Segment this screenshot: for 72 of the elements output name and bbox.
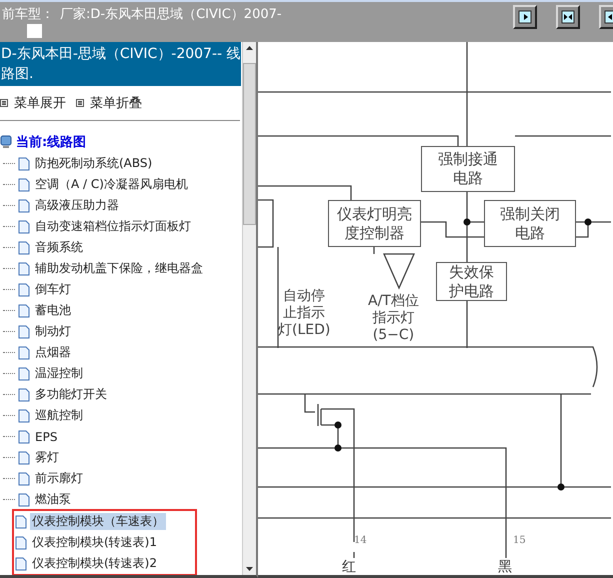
circuit-label: 失效保 (449, 262, 494, 282)
split-view-button[interactable] (556, 5, 580, 29)
document-icon (18, 220, 30, 234)
component-label: A/T档位 (368, 293, 419, 310)
tree-item[interactable]: 音频系统 (33, 239, 85, 256)
vehicle-value: 厂家:D-东风本田思域（CIVIC）2007- (60, 6, 282, 23)
document-icon (18, 304, 30, 318)
tree-item[interactable]: 雾灯 (33, 449, 61, 466)
tree-item[interactable]: 点烟器 (33, 344, 73, 361)
document-icon (18, 450, 30, 464)
tree-item[interactable]: 倒车灯 (33, 281, 73, 298)
circuit-label: 仪表灯明亮 (337, 204, 412, 224)
document-icon (18, 282, 30, 296)
document-icon (18, 178, 30, 192)
document-icon (18, 408, 30, 422)
tree-item[interactable]: 多功能灯开关 (33, 386, 109, 403)
tree-item[interactable]: 高级液压助力器 (33, 197, 121, 214)
component-label: (5−C) (372, 327, 414, 344)
menu-action-link[interactable]: 菜单折叠 (90, 94, 142, 112)
component-label: 自动停 (283, 288, 326, 305)
tree-item[interactable]: 辅助发动机盖下保险，继电器盒 (33, 260, 205, 277)
document-icon (18, 262, 30, 276)
tree-item[interactable]: 仪表控制模块(转速表)1 (30, 534, 159, 551)
component-label: 止指示 (283, 305, 326, 322)
computer-icon (0, 135, 12, 149)
document-icon (18, 240, 30, 254)
tree-item[interactable]: 防抱死制动系统(ABS) (33, 155, 154, 172)
circuit-label: 电路 (515, 224, 545, 242)
wire-color-label: 黑 (498, 558, 512, 575)
document-icon (18, 430, 30, 444)
scrollbar[interactable] (242, 42, 256, 575)
tree-root-label[interactable]: 当前:线路图 (16, 133, 86, 151)
circuit-label: 度控制器 (344, 224, 404, 242)
document-icon (18, 324, 30, 338)
component-label: 灯(LED) (278, 322, 330, 339)
tree-item[interactable]: 蓄电池 (33, 302, 73, 319)
circuit-label: 电路 (453, 169, 483, 188)
list-icon (76, 99, 84, 107)
expand-right-button[interactable] (513, 5, 537, 29)
document-icon (15, 536, 27, 550)
tree-item[interactable]: 巡航控制 (33, 407, 85, 424)
document-icon (18, 388, 30, 402)
tree-item[interactable]: 前示廓灯 (33, 470, 85, 487)
collapse-arrows-icon (561, 10, 575, 24)
circuit-label: 强制接通 (438, 150, 498, 169)
menu-action-link[interactable]: 菜单展开 (14, 94, 66, 112)
tree-item[interactable]: 空调（A / C)冷凝器风扇电机 (33, 176, 190, 193)
document-icon (18, 198, 30, 212)
tree-item[interactable]: 仪表控制模块(转速表)2 (30, 555, 159, 572)
sidebar-header: D-东风本田-思域（CIVIC）-2007-- 线路图. (0, 42, 241, 86)
circuit-label: 护电路 (449, 282, 494, 300)
play-icon (518, 10, 532, 24)
pin-number: 15 (513, 535, 526, 546)
document-icon (15, 514, 27, 528)
document-icon (15, 556, 27, 570)
circuit-label: 强制关闭 (500, 204, 560, 224)
tree-item[interactable]: EPS (33, 430, 60, 444)
tree-item[interactable]: 燃油泵 (33, 491, 73, 508)
square-icon (27, 24, 42, 38)
tree-item[interactable]: 自动变速箱档位指示灯面板灯 (33, 218, 193, 235)
wire-color-label: 红 (342, 558, 356, 575)
document-icon (18, 346, 30, 360)
tree-item[interactable]: 制动灯 (33, 323, 73, 340)
pin-number: 14 (354, 535, 367, 546)
document-icon (18, 156, 30, 170)
tree-item[interactable]: 温湿控制 (33, 365, 85, 382)
document-icon (18, 366, 30, 380)
document-icon (18, 492, 30, 506)
component-label: 指示灯 (372, 310, 414, 327)
document-icon (18, 472, 30, 486)
tree-item[interactable]: 仪表控制模块（车速表） (30, 513, 166, 530)
vehicle-label: 前车型： (2, 6, 54, 23)
